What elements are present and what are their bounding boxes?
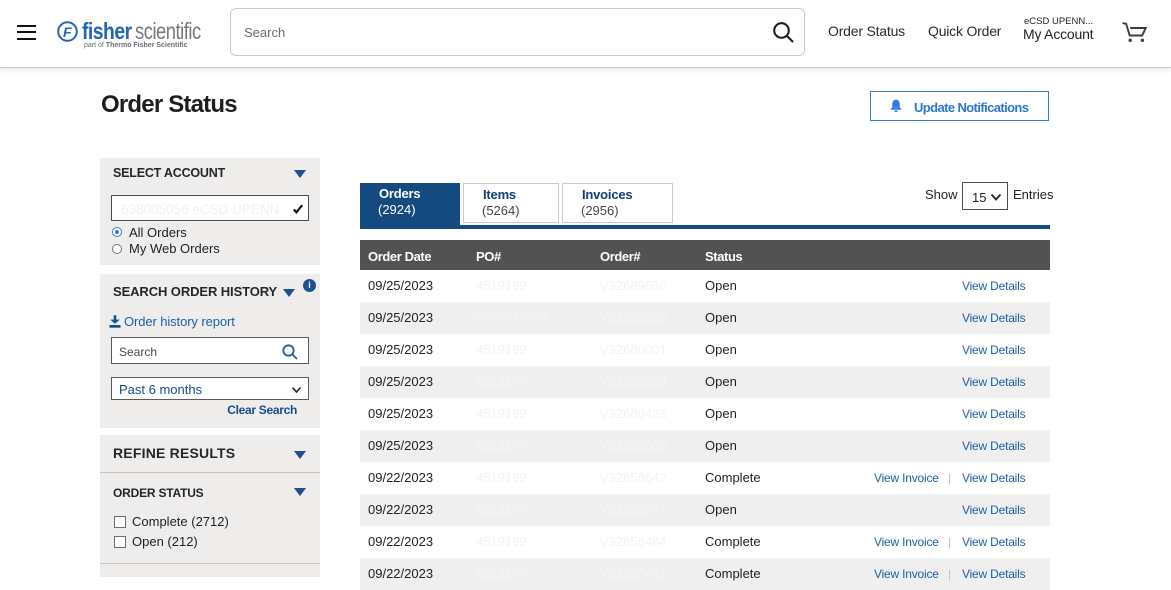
svg-text:F: F: [63, 24, 72, 40]
